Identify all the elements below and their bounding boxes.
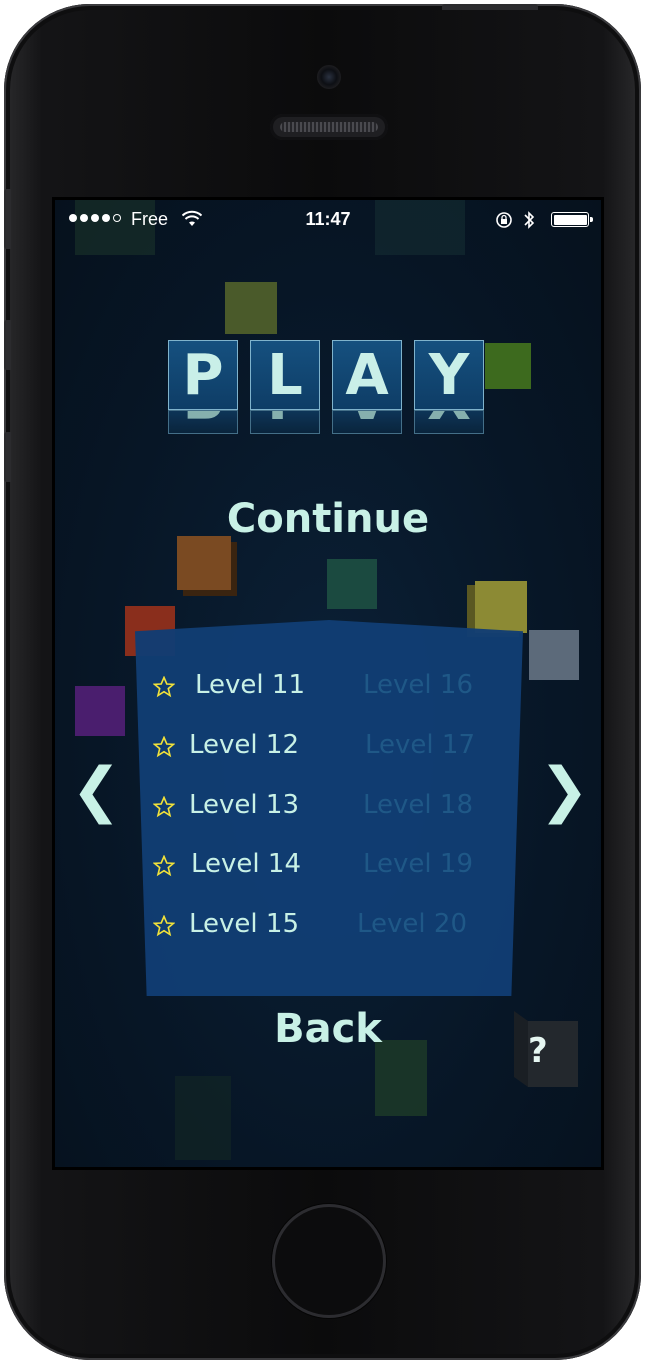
title-tile: L L bbox=[250, 340, 320, 434]
home-button[interactable] bbox=[272, 1204, 386, 1318]
level-button-11[interactable]: Level 11 bbox=[195, 670, 305, 700]
level-button-12[interactable]: Level 12 bbox=[189, 730, 299, 760]
clock: 11:47 bbox=[305, 209, 351, 229]
level-label-17: Level 17 bbox=[365, 730, 475, 760]
rotation-lock-icon bbox=[496, 212, 512, 228]
next-page-arrow[interactable]: ❯ bbox=[539, 760, 589, 820]
background-cube bbox=[327, 559, 377, 609]
earpiece-speaker bbox=[270, 114, 388, 140]
front-camera bbox=[317, 65, 341, 89]
background-cube bbox=[225, 282, 277, 334]
background-cube bbox=[177, 536, 231, 590]
bluetooth-icon bbox=[524, 211, 535, 229]
play-title: P P L L A A Y Y bbox=[168, 340, 484, 434]
level-button-15[interactable]: Level 15 bbox=[189, 909, 299, 939]
star-icon bbox=[153, 736, 175, 758]
help-label: ? bbox=[528, 1031, 548, 1071]
level-button-14[interactable]: Level 14 bbox=[191, 849, 301, 879]
level-button-13[interactable]: Level 13 bbox=[189, 790, 299, 820]
title-tile: P P bbox=[168, 340, 238, 434]
help-button[interactable]: ? bbox=[514, 1011, 578, 1087]
title-tile: A A bbox=[332, 340, 402, 434]
battery-icon bbox=[551, 212, 593, 227]
level-label-18: Level 18 bbox=[363, 790, 473, 820]
title-tile: Y Y bbox=[414, 340, 484, 434]
background-cube bbox=[175, 1076, 231, 1160]
volume-up-button bbox=[4, 320, 11, 370]
background-cube bbox=[485, 343, 531, 389]
mute-switch bbox=[4, 189, 11, 249]
star-icon bbox=[153, 676, 175, 698]
background-cube bbox=[75, 686, 125, 736]
level-label-20: Level 20 bbox=[357, 909, 467, 939]
status-bar: Free 11:47 bbox=[55, 200, 601, 240]
background-cube bbox=[529, 630, 579, 680]
star-icon bbox=[153, 796, 175, 818]
power-button bbox=[442, 4, 538, 10]
level-label-16: Level 16 bbox=[363, 670, 473, 700]
game-screen: Free 11:47 P P L L A A Y bbox=[52, 197, 604, 1170]
star-icon bbox=[153, 915, 175, 937]
previous-page-arrow[interactable]: ❮ bbox=[71, 760, 121, 820]
background-cube bbox=[475, 581, 527, 633]
star-icon bbox=[153, 855, 175, 877]
level-label-19: Level 19 bbox=[363, 849, 473, 879]
volume-down-button bbox=[4, 432, 11, 482]
continue-button[interactable]: Continue bbox=[55, 496, 601, 542]
